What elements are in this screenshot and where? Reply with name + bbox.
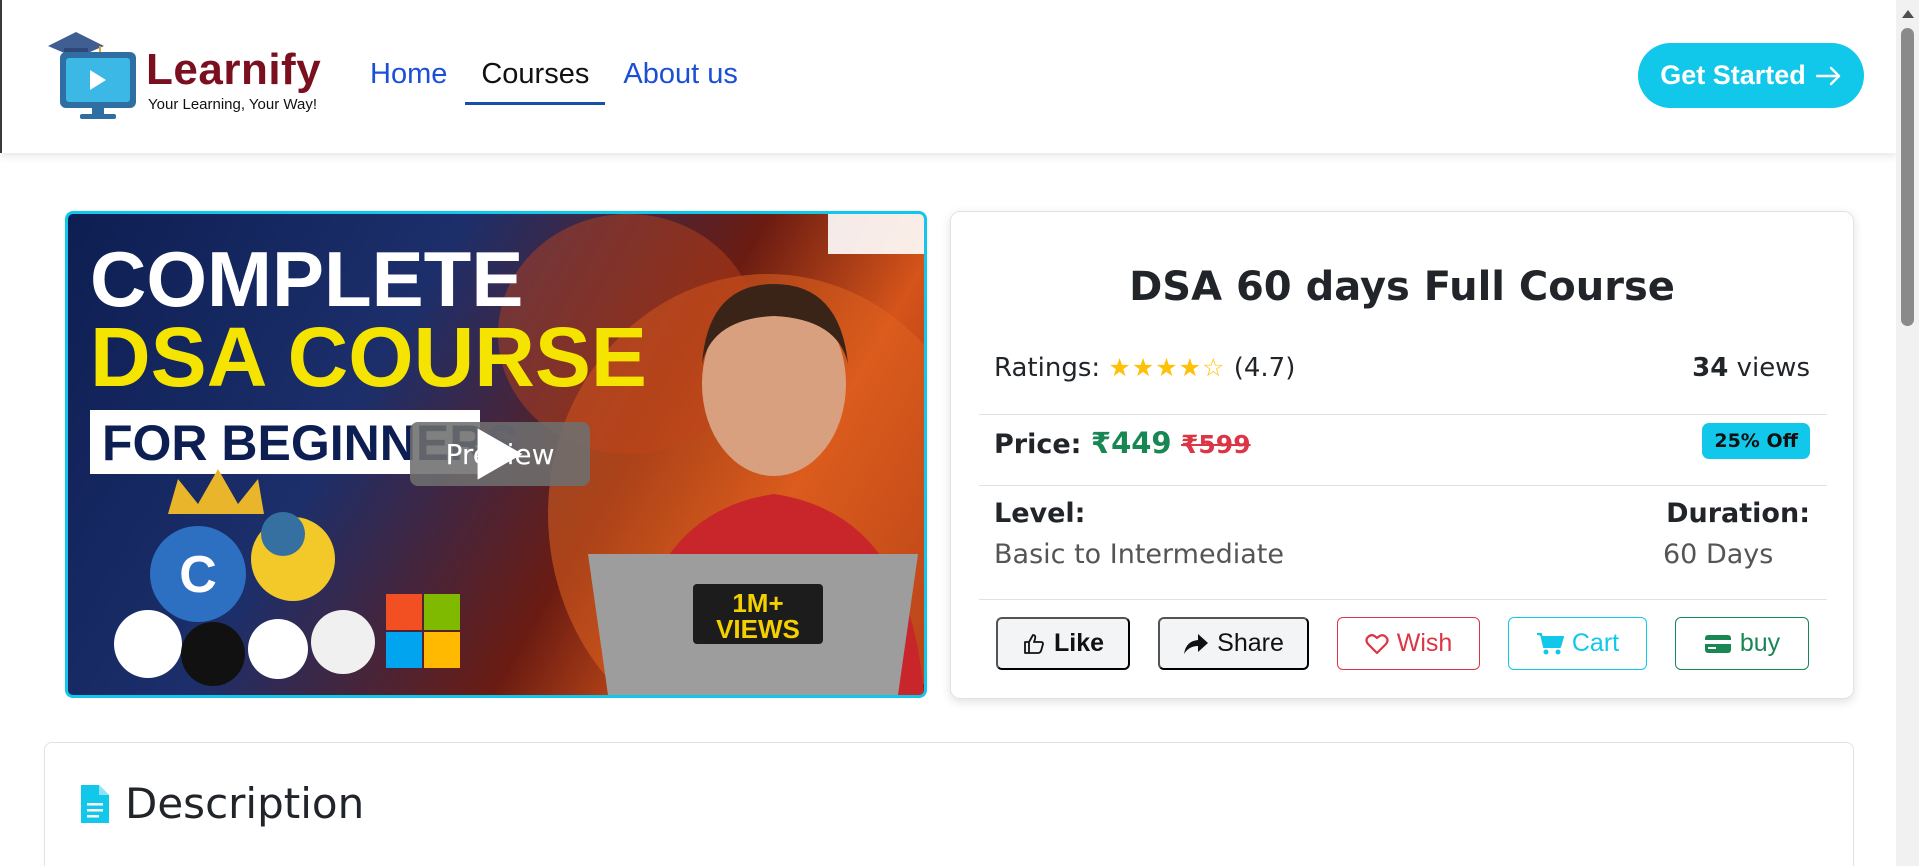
discount-badge: 25% Off bbox=[1702, 423, 1810, 459]
course-thumbnail[interactable]: 1M+ VIEWS COMPLETE DSA COURSE FOR BEGINN… bbox=[65, 211, 927, 698]
play-icon bbox=[477, 428, 523, 480]
brand-tagline: Your Learning, Your Way! bbox=[148, 96, 318, 113]
buy-button[interactable]: buy bbox=[1675, 617, 1809, 670]
credit-card-icon bbox=[1704, 634, 1731, 653]
cart-icon bbox=[1536, 632, 1564, 654]
cart-label: Cart bbox=[1571, 629, 1620, 657]
price: Price: ₹449 ₹599 bbox=[994, 426, 1251, 460]
heart-icon bbox=[1365, 633, 1389, 654]
ratings: Ratings: ★★★★☆ (4.7) bbox=[994, 353, 1295, 383]
brand-name: Learnify bbox=[146, 45, 322, 94]
price-new: ₹449 bbox=[1090, 426, 1172, 460]
get-started-button[interactable]: Get Started bbox=[1638, 43, 1864, 108]
views-count: 34 bbox=[1692, 353, 1729, 383]
like-label: Like bbox=[1053, 629, 1105, 657]
level-value: Basic to Intermediate bbox=[994, 539, 1284, 570]
wish-label: Wish bbox=[1396, 629, 1453, 657]
views-label: views bbox=[1736, 353, 1810, 383]
navbar: Learnify Your Learning, Your Way! Home C… bbox=[0, 0, 1896, 153]
arrow-right-icon bbox=[1815, 66, 1840, 85]
duration-value: 60 Days bbox=[1663, 539, 1774, 570]
ratings-label: Ratings: bbox=[994, 353, 1101, 383]
scroll-up-arrow-icon[interactable] bbox=[1902, 10, 1914, 18]
like-button[interactable]: Like bbox=[996, 617, 1130, 670]
nav-links: Home Courses About us bbox=[354, 52, 756, 105]
price-old: ₹599 bbox=[1181, 430, 1251, 459]
learnify-logo-icon bbox=[48, 32, 136, 119]
nav-link-courses[interactable]: Courses bbox=[465, 52, 606, 105]
rating-value: (4.7) bbox=[1233, 353, 1296, 383]
description-title: Description bbox=[125, 779, 365, 828]
price-label: Price: bbox=[994, 429, 1082, 460]
thumbs-up-icon bbox=[1024, 633, 1044, 654]
duration-label: Duration: bbox=[1666, 498, 1810, 529]
scrollbar-thumb[interactable] bbox=[1901, 28, 1914, 326]
thumbnail-line-2: DSA COURSE bbox=[90, 310, 647, 404]
thumbnail-views-label: VIEWS bbox=[716, 614, 800, 644]
share-icon bbox=[1184, 633, 1209, 654]
svg-text:C: C bbox=[179, 546, 217, 604]
description-card: Description bbox=[44, 742, 1854, 866]
description-heading: Description bbox=[79, 779, 364, 828]
brand[interactable]: Learnify Your Learning, Your Way! bbox=[46, 30, 336, 122]
wish-button[interactable]: Wish bbox=[1337, 617, 1480, 670]
document-icon bbox=[81, 784, 109, 823]
share-button[interactable]: Share bbox=[1158, 617, 1309, 670]
views: 34 views bbox=[1692, 353, 1810, 383]
buy-label: buy bbox=[1739, 629, 1781, 657]
nav-link-home[interactable]: Home bbox=[354, 52, 463, 105]
nav-link-about[interactable]: About us bbox=[607, 52, 753, 105]
level-label: Level: bbox=[994, 498, 1086, 529]
course-title: DSA 60 days Full Course bbox=[1129, 264, 1675, 310]
share-label: Share bbox=[1217, 629, 1284, 657]
rating-stars-icon: ★★★★☆ bbox=[1108, 353, 1226, 382]
cart-button[interactable]: Cart bbox=[1508, 617, 1647, 670]
course-info-card: DSA 60 days Full Course Ratings: ★★★★☆ (… bbox=[950, 211, 1854, 699]
preview-button[interactable]: Preview bbox=[410, 422, 590, 486]
get-started-label: Get Started bbox=[1660, 60, 1806, 90]
vertical-scrollbar[interactable] bbox=[1896, 0, 1919, 866]
